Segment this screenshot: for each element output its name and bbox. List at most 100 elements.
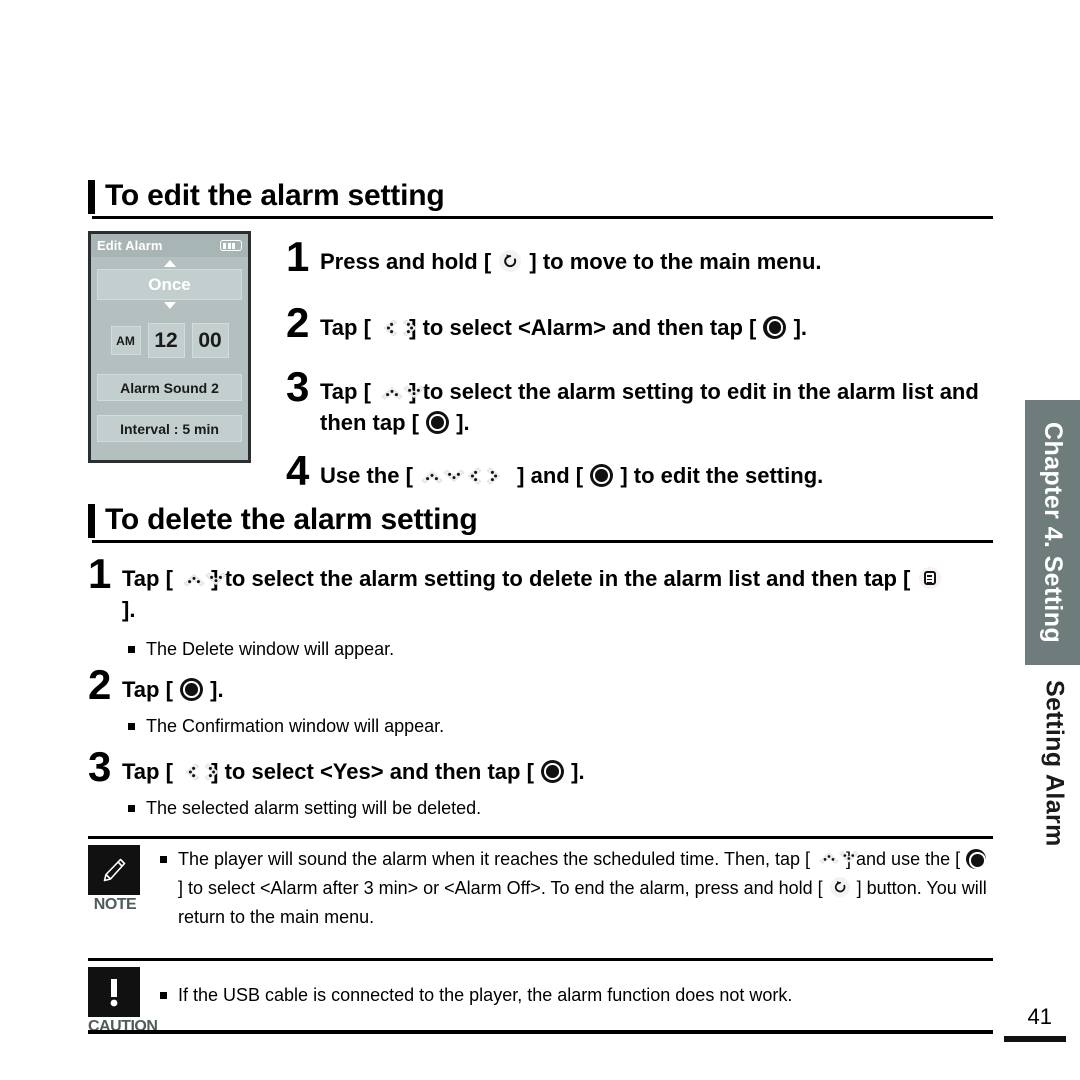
step-text-part: ] to select the alarm setting to delete … xyxy=(205,566,917,591)
select-icon xyxy=(763,316,787,339)
step-text-part: Press and hold [ xyxy=(320,249,498,274)
note-text-part: ] to select <Alarm after 3 min> or <Alar… xyxy=(178,878,828,898)
step-delete-1: 1 Tap [ ] to select the alarm setting to… xyxy=(88,550,958,625)
select-icon xyxy=(966,849,987,869)
step-text-part: Tap [ xyxy=(320,315,378,340)
caution-text-body: If the USB cable is connected to the pla… xyxy=(178,985,793,1005)
step-text-part: ]. xyxy=(450,410,470,435)
step-text: Tap [ ] to select <Yes> and then tap [ ]… xyxy=(122,748,585,787)
step-number: 3 xyxy=(286,363,310,410)
select-icon xyxy=(590,464,614,487)
bullet-delete-1: The Delete window will appear. xyxy=(128,637,928,662)
caution-badge: CAUTION xyxy=(88,967,158,1036)
up-down-icon xyxy=(180,569,227,589)
step-number: 1 xyxy=(286,233,310,280)
exclamation-icon xyxy=(88,967,140,1017)
side-section-label: Setting Alarm xyxy=(1040,680,1069,847)
step-delete-3: 3 Tap [ ] to select <Yes> and then tap [… xyxy=(88,743,958,790)
page-number-rule xyxy=(1004,1036,1066,1042)
step-text: Press and hold [ ] to move to the main m… xyxy=(320,238,822,277)
device-time-row: AM 12 00 xyxy=(91,323,248,358)
bullet-square-icon xyxy=(128,646,135,653)
scroll-down-arrow-icon xyxy=(163,302,176,309)
caution-text: If the USB cable is connected to the pla… xyxy=(142,967,792,1010)
bullet-square-icon xyxy=(160,856,167,863)
device-screen-mock: Edit Alarm Once AM 12 00 Alarm Sound 2 I… xyxy=(88,231,251,463)
note-text: The player will sound the alarm when it … xyxy=(142,845,993,932)
battery-icon xyxy=(220,240,242,251)
step-edit-3: 3 Tap [ ] to select the alarm setting to… xyxy=(286,363,991,438)
step-number: 2 xyxy=(286,299,310,346)
manual-page: Chapter 4. Setting Setting Alarm To edit… xyxy=(0,0,1080,1080)
step-number: 1 xyxy=(88,550,112,597)
pencil-icon xyxy=(88,845,140,895)
select-icon xyxy=(541,760,565,783)
bullet-text: The Delete window will appear. xyxy=(146,639,395,659)
step-text-part: ] to select <Alarm> and then tap [ xyxy=(403,315,763,340)
step-text-part: Tap [ xyxy=(122,677,180,702)
up-down-left-right-icon xyxy=(420,466,510,486)
step-text-part: ]. xyxy=(565,759,585,784)
note-label: NOTE xyxy=(93,896,137,913)
left-right-icon xyxy=(378,318,417,338)
heading-rule xyxy=(92,540,993,543)
menu-icon xyxy=(918,567,941,589)
step-number: 2 xyxy=(88,661,112,708)
step-text-part: ] to move to the main menu. xyxy=(523,249,822,274)
step-text-part: ]. xyxy=(787,315,808,340)
step-text: Tap [ ] to select the alarm setting to d… xyxy=(122,555,958,625)
bottom-rule-container xyxy=(88,1030,993,1034)
page-title-delete: To delete the alarm setting xyxy=(105,503,478,536)
device-minute-field: 00 xyxy=(191,323,229,358)
select-icon xyxy=(180,678,204,701)
step-text-part: ]. xyxy=(204,677,224,702)
note-badge: NOTE xyxy=(88,845,142,914)
side-section-label-container: Setting Alarm xyxy=(1028,680,1080,900)
device-ampm-field: AM xyxy=(110,326,141,355)
step-text-part: Tap [ xyxy=(122,759,180,784)
step-text-part: Tap [ xyxy=(122,566,180,591)
back-icon xyxy=(499,250,522,272)
device-screen-title: Edit Alarm xyxy=(97,238,163,253)
bullet-square-icon xyxy=(160,992,167,999)
note-callout: NOTE The player will sound the alarm whe… xyxy=(88,836,993,932)
device-alarm-sound-field: Alarm Sound 2 xyxy=(97,374,242,401)
chapter-tab: Chapter 4. Setting xyxy=(1025,400,1080,665)
left-right-icon xyxy=(180,762,219,782)
device-repeat-field: Once xyxy=(97,269,242,300)
page-title: To edit the alarm setting xyxy=(105,179,445,212)
step-text-part: ] to select <Yes> and then tap [ xyxy=(205,759,541,784)
step-edit-1: 1 Press and hold [ ] to move to the main… xyxy=(286,233,986,280)
chapter-tab-label: Chapter 4. Setting xyxy=(1039,421,1067,644)
bullet-square-icon xyxy=(128,723,135,730)
bullet-delete-2: The Confirmation window will appear. xyxy=(128,714,928,739)
step-text-part: ] to edit the setting. xyxy=(614,463,824,488)
step-text: Tap [ ] to select the alarm setting to e… xyxy=(320,368,991,438)
device-interval-field: Interval : 5 min xyxy=(97,415,242,442)
step-text: Use the [ ] and [ ] to edit the setting. xyxy=(320,452,823,491)
step-text-part: Use the [ xyxy=(320,463,420,488)
heading-accent-bar xyxy=(88,180,95,214)
back-icon xyxy=(829,877,850,897)
step-edit-4: 4 Use the [ ] and [ ] to edit the settin… xyxy=(286,447,991,494)
up-down-icon xyxy=(816,848,859,868)
bullet-text: The selected alarm setting will be delet… xyxy=(146,798,482,818)
step-delete-2: 2 Tap [ ]. xyxy=(88,661,958,708)
section-heading-delete: To delete the alarm setting xyxy=(88,502,993,543)
scroll-up-arrow-icon xyxy=(163,260,176,267)
heading-rule xyxy=(92,216,993,219)
device-hour-field: 12 xyxy=(147,323,185,358)
step-number: 4 xyxy=(286,447,310,494)
step-text: Tap [ ] to select <Alarm> and then tap [… xyxy=(320,304,807,343)
step-text: Tap [ ]. xyxy=(122,666,224,705)
bullet-square-icon xyxy=(128,805,135,812)
step-edit-2: 2 Tap [ ] to select <Alarm> and then tap… xyxy=(286,299,986,346)
up-down-icon xyxy=(378,382,425,402)
note-text-part: The player will sound the alarm when it … xyxy=(178,849,816,869)
select-icon xyxy=(426,411,450,434)
page-number: 41 xyxy=(1027,1004,1052,1029)
step-text-part: ] and [ xyxy=(511,463,590,488)
step-text-part: ]. xyxy=(122,597,136,622)
bullet-delete-3: The selected alarm setting will be delet… xyxy=(128,796,928,821)
step-number: 3 xyxy=(88,743,112,790)
